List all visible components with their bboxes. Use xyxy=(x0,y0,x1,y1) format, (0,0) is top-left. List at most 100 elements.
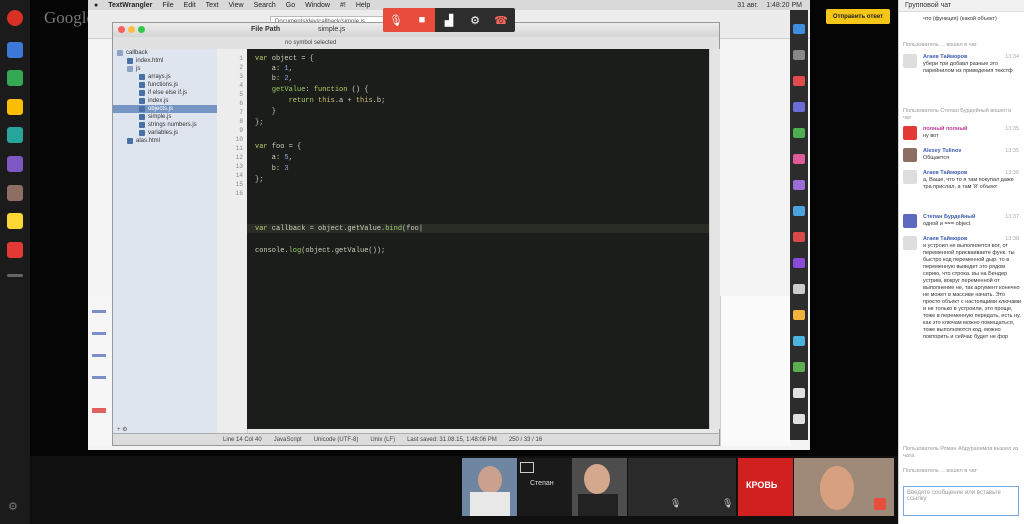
dock-app-icon[interactable] xyxy=(793,102,805,112)
dock-app-icon[interactable] xyxy=(793,76,805,86)
settings-gear-icon[interactable]: ⚙ xyxy=(8,500,18,513)
file-icon xyxy=(139,114,145,120)
dock-app-icon[interactable] xyxy=(793,50,805,60)
sidebar-item-variables[interactable]: variables.js xyxy=(139,129,178,137)
youtube-app-icon[interactable] xyxy=(7,242,23,258)
code-line: var foo = { xyxy=(255,143,302,151)
apple-icon[interactable]: ● xyxy=(94,2,98,9)
trash-icon[interactable] xyxy=(793,414,805,424)
sidebar-item-callback[interactable]: callback xyxy=(117,49,148,57)
menu-view[interactable]: View xyxy=(229,2,244,9)
participant-thumbnail[interactable] xyxy=(794,458,894,516)
screenshare-app-icon[interactable] xyxy=(7,42,23,58)
effects-app-icon[interactable] xyxy=(7,99,23,115)
sidebar-item-functions[interactable]: functions.js xyxy=(139,81,178,89)
gear-icon[interactable]: ⚙ xyxy=(462,8,488,32)
participant-thumbnail[interactable]: Степан xyxy=(518,458,573,516)
line-number: 12 xyxy=(235,154,243,161)
dock-app-icon[interactable] xyxy=(793,128,805,138)
menu-text[interactable]: Text xyxy=(206,2,219,9)
chat-system-message: Пользователь Степан Бурдейный вошел в ча… xyxy=(903,108,1012,121)
close-window-icon[interactable] xyxy=(118,26,125,33)
status-language[interactable]: JavaScript xyxy=(274,437,302,443)
notes-app-icon[interactable] xyxy=(7,213,23,229)
dock-app-icon[interactable] xyxy=(793,336,805,346)
camera-off-icon[interactable]: ■ xyxy=(409,8,435,32)
participant-thumbnail[interactable] xyxy=(572,458,627,516)
line-number: 10 xyxy=(235,136,243,143)
code-editor[interactable]: var object = { a: 1, b: 2, getValue: fun… xyxy=(247,49,709,429)
line-number: 13 xyxy=(235,163,243,170)
dock-app-icon[interactable] xyxy=(793,206,805,216)
signal-icon[interactable]: ▟ xyxy=(436,8,462,32)
sidebar-item-index-html[interactable]: index.html xyxy=(127,57,163,65)
code-line: a: 1, xyxy=(255,65,293,73)
code-line: a: 5, xyxy=(255,154,293,162)
dock-app-icon[interactable] xyxy=(793,284,805,294)
menu-help[interactable]: Help xyxy=(356,2,370,9)
camera-off-icon xyxy=(520,462,534,473)
chat-message-input[interactable]: Введите сообщение или вставьте ссылку xyxy=(903,486,1019,516)
messages-app-icon[interactable] xyxy=(7,127,23,143)
chat-system-message: Пользователь ... вошел в чат xyxy=(903,468,978,474)
menu-script[interactable]: #! xyxy=(340,2,346,9)
participant-thumbnail[interactable]: 🎙 🎙 xyxy=(628,458,736,516)
answer-button[interactable]: Отправить ответ xyxy=(826,9,890,24)
sidebar-item-index-js[interactable]: index.js xyxy=(139,97,168,105)
call-controls: 🎙 ■ ▟ ⚙ ☎ xyxy=(383,8,515,32)
status-line-endings[interactable]: Unix (LF) xyxy=(370,437,395,443)
line-number: 9 xyxy=(239,127,243,134)
hangup-icon[interactable]: ☎ xyxy=(488,8,514,32)
participant-thumbnail[interactable]: КРОВЬ xyxy=(738,458,793,516)
status-last-saved: Last saved: 31.08.15, 1:48:06 PM xyxy=(407,436,497,443)
sidebar-item-arrays[interactable]: arrays.js xyxy=(139,73,171,81)
menu-go[interactable]: Go xyxy=(286,2,295,9)
menu-edit[interactable]: Edit xyxy=(184,2,196,9)
chat-system-message: Пользователь Роман Абдурахимов вышел из … xyxy=(903,446,1019,459)
minimize-window-icon[interactable] xyxy=(128,26,135,33)
status-encoding[interactable]: Unicode (UTF-8) xyxy=(314,437,359,443)
code-line: } xyxy=(255,108,277,116)
sidebar-item-js-folder[interactable]: js xyxy=(127,65,140,73)
file-icon xyxy=(139,106,145,112)
menu-search[interactable]: Search xyxy=(254,2,276,9)
sidebar-item-simple[interactable]: simple.js xyxy=(139,113,171,121)
dock-app-icon[interactable] xyxy=(793,180,805,190)
google-logo: Google xyxy=(44,8,95,27)
file-icon xyxy=(139,122,145,128)
line-number: 14 xyxy=(235,172,243,179)
sidebar-item-alas[interactable]: alas.html xyxy=(127,137,160,145)
menu-app-name[interactable]: TextWrangler xyxy=(108,2,152,9)
dock-app-icon[interactable] xyxy=(793,310,805,320)
avatar xyxy=(903,214,917,228)
dock-app-icon[interactable] xyxy=(793,362,805,372)
line-number: 2 xyxy=(239,64,243,71)
sidebar-add-icon[interactable]: + ⚙ xyxy=(117,425,128,433)
capture-app-icon[interactable] xyxy=(7,156,23,172)
avatar xyxy=(903,126,917,140)
menu-window[interactable]: Window xyxy=(305,2,330,9)
editor-path-label: File Path xyxy=(251,26,281,33)
group-chat-panel: Групповой чат что (функция) (какой объек… xyxy=(898,0,1024,524)
line-number: 4 xyxy=(239,82,243,89)
zoom-window-icon[interactable] xyxy=(138,26,145,33)
editor-scrollbar[interactable] xyxy=(709,49,720,429)
dock-app-icon[interactable] xyxy=(793,24,805,34)
dock-app-icon[interactable] xyxy=(793,154,805,164)
sidebar-item-objects[interactable]: objects.js xyxy=(139,105,173,113)
symbol-selector[interactable]: no symbol selected xyxy=(285,40,336,46)
chat-app-icon[interactable] xyxy=(7,70,23,86)
editor-status-bar: Line 14 Col 40 JavaScript Unicode (UTF-8… xyxy=(113,433,719,445)
menu-file[interactable]: File xyxy=(162,2,173,9)
more-apps-icon[interactable] xyxy=(7,274,23,277)
sidebar-item-ifelse[interactable]: if else else if.js xyxy=(139,89,187,97)
dock-app-icon[interactable] xyxy=(793,258,805,268)
sidebar-item-strings[interactable]: strings numbers.js xyxy=(139,121,197,129)
dock-app-icon[interactable] xyxy=(793,232,805,242)
remote-desktop-app-icon[interactable] xyxy=(7,185,23,201)
dock-app-icon[interactable] xyxy=(793,388,805,398)
participant-thumbnail[interactable] xyxy=(462,458,517,516)
chat-system-message: Пользователь ... вошел в чат xyxy=(903,42,978,48)
mic-off-icon[interactable]: 🎙 xyxy=(383,8,409,32)
menu-date: 31 авг. xyxy=(737,1,759,9)
